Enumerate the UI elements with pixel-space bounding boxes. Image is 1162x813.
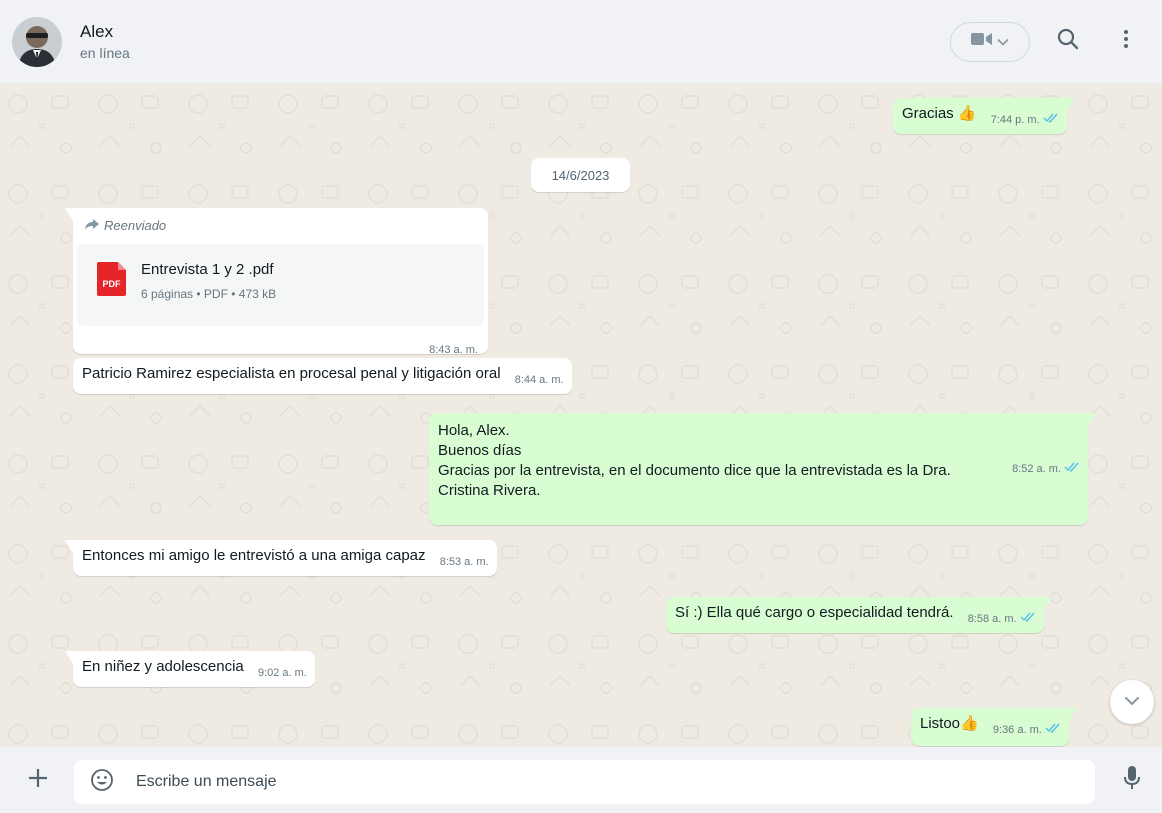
microphone-icon [1124,765,1140,795]
read-ticks-icon [1043,110,1059,130]
message-time: 7:44 p. m. [990,114,1040,126]
message-time: 8:43 a. m. [429,344,478,356]
emoji-icon[interactable] [90,768,114,797]
search-icon [1057,28,1079,55]
svg-text:PDF: PDF [103,279,122,289]
message-incoming[interactable]: Patricio Ramirez especialista en procesa… [73,358,572,394]
thumbs-up-emoji: 👍 [960,715,979,732]
composer-bar [0,747,1162,813]
message-meta: 8:53 a. m. [440,552,489,572]
menu-button[interactable] [1106,22,1146,62]
message-outgoing[interactable]: Gracias 👍 7:44 p. m. [893,98,1075,134]
message-time: 8:53 a. m. [439,556,489,568]
message-text: Sí :) Ella qué cargo o especialidad tend… [675,604,954,621]
plus-icon [28,768,48,793]
message-text: Entonces mi amigo le entrevistó a una am… [82,547,426,564]
chat-area[interactable]: Gracias 👍 7:44 p. m. 14/6/2023 Reenviado… [0,84,1162,747]
forwarded-label: Reenviado [77,216,484,236]
contact-status: en línea [80,45,130,61]
message-meta: 8:58 a. m. [968,609,1036,629]
message-input[interactable] [136,773,1036,791]
message-meta: 9:36 a. m. [993,720,1061,740]
message-time: 9:36 a. m. [992,724,1042,736]
message-text: En niñez y adolescencia [82,658,244,675]
search-button[interactable] [1048,22,1088,62]
message-time: 8:52 a. m. [1012,463,1061,475]
message-text: Gracias [902,105,954,122]
message-outgoing[interactable]: Hola, Alex. Buenos días Gracias por la e… [429,413,1096,525]
video-call-button[interactable] [950,21,1030,62]
message-outgoing[interactable]: Listoo👍 9:36 a. m. [911,708,1077,746]
forwarded-text: Reenviado [104,218,167,233]
attach-button[interactable] [16,758,60,802]
message-incoming-document[interactable]: Reenviado PDF Entrevista 1 y 2 .pdf 6 pá… [65,208,488,356]
menu-dots-icon [1123,29,1129,54]
contact-name: Alex [80,22,114,41]
contact-info[interactable]: Alex en línea [80,22,130,61]
video-call-icon [971,32,993,51]
message-time: 8:44 a. m. [514,374,564,386]
scroll-to-bottom-button[interactable] [1110,680,1154,724]
message-meta: 8:44 a. m. [515,370,564,390]
chevron-down-icon [997,33,1009,51]
message-outgoing[interactable]: Sí :) Ella qué cargo o especialidad tend… [666,597,1052,633]
read-ticks-icon [1045,720,1061,740]
pdf-file-icon: PDF [97,262,126,296]
chevron-down-icon [1124,693,1140,711]
read-ticks-icon [1064,459,1080,479]
avatar[interactable] [12,16,62,67]
message-incoming[interactable]: Entonces mi amigo le entrevistó a una am… [65,540,497,576]
document-details: 6 páginas • PDF • 473 kB [141,287,277,301]
message-time: 9:02 a. m. [257,667,307,679]
document-name: Entrevista 1 y 2 .pdf [141,261,274,278]
message-text: Patricio Ramirez especialista en procesa… [82,365,501,382]
message-compose-box[interactable] [74,760,1095,804]
message-incoming[interactable]: En niñez y adolescencia 9:02 a. m. [65,651,315,687]
message-meta: 8:52 a. m. [1012,418,1080,520]
date-separator: 14/6/2023 [531,158,630,192]
message-meta: 9:02 a. m. [258,663,307,683]
message-time: 8:58 a. m. [967,613,1017,625]
chat-header: Alex en línea [0,0,1162,84]
read-ticks-icon [1020,609,1036,629]
message-text: Hola, Alex. Buenos días Gracias por la e… [438,422,951,499]
document-card[interactable]: PDF Entrevista 1 y 2 .pdf 6 páginas • PD… [77,244,484,326]
message-meta: 7:44 p. m. [991,110,1059,130]
message-text: Listoo [920,715,961,732]
forward-arrow-icon [85,216,99,236]
header-actions [950,21,1146,62]
thumbs-up-emoji: 👍 [957,105,977,122]
voice-message-button[interactable] [1110,758,1154,802]
